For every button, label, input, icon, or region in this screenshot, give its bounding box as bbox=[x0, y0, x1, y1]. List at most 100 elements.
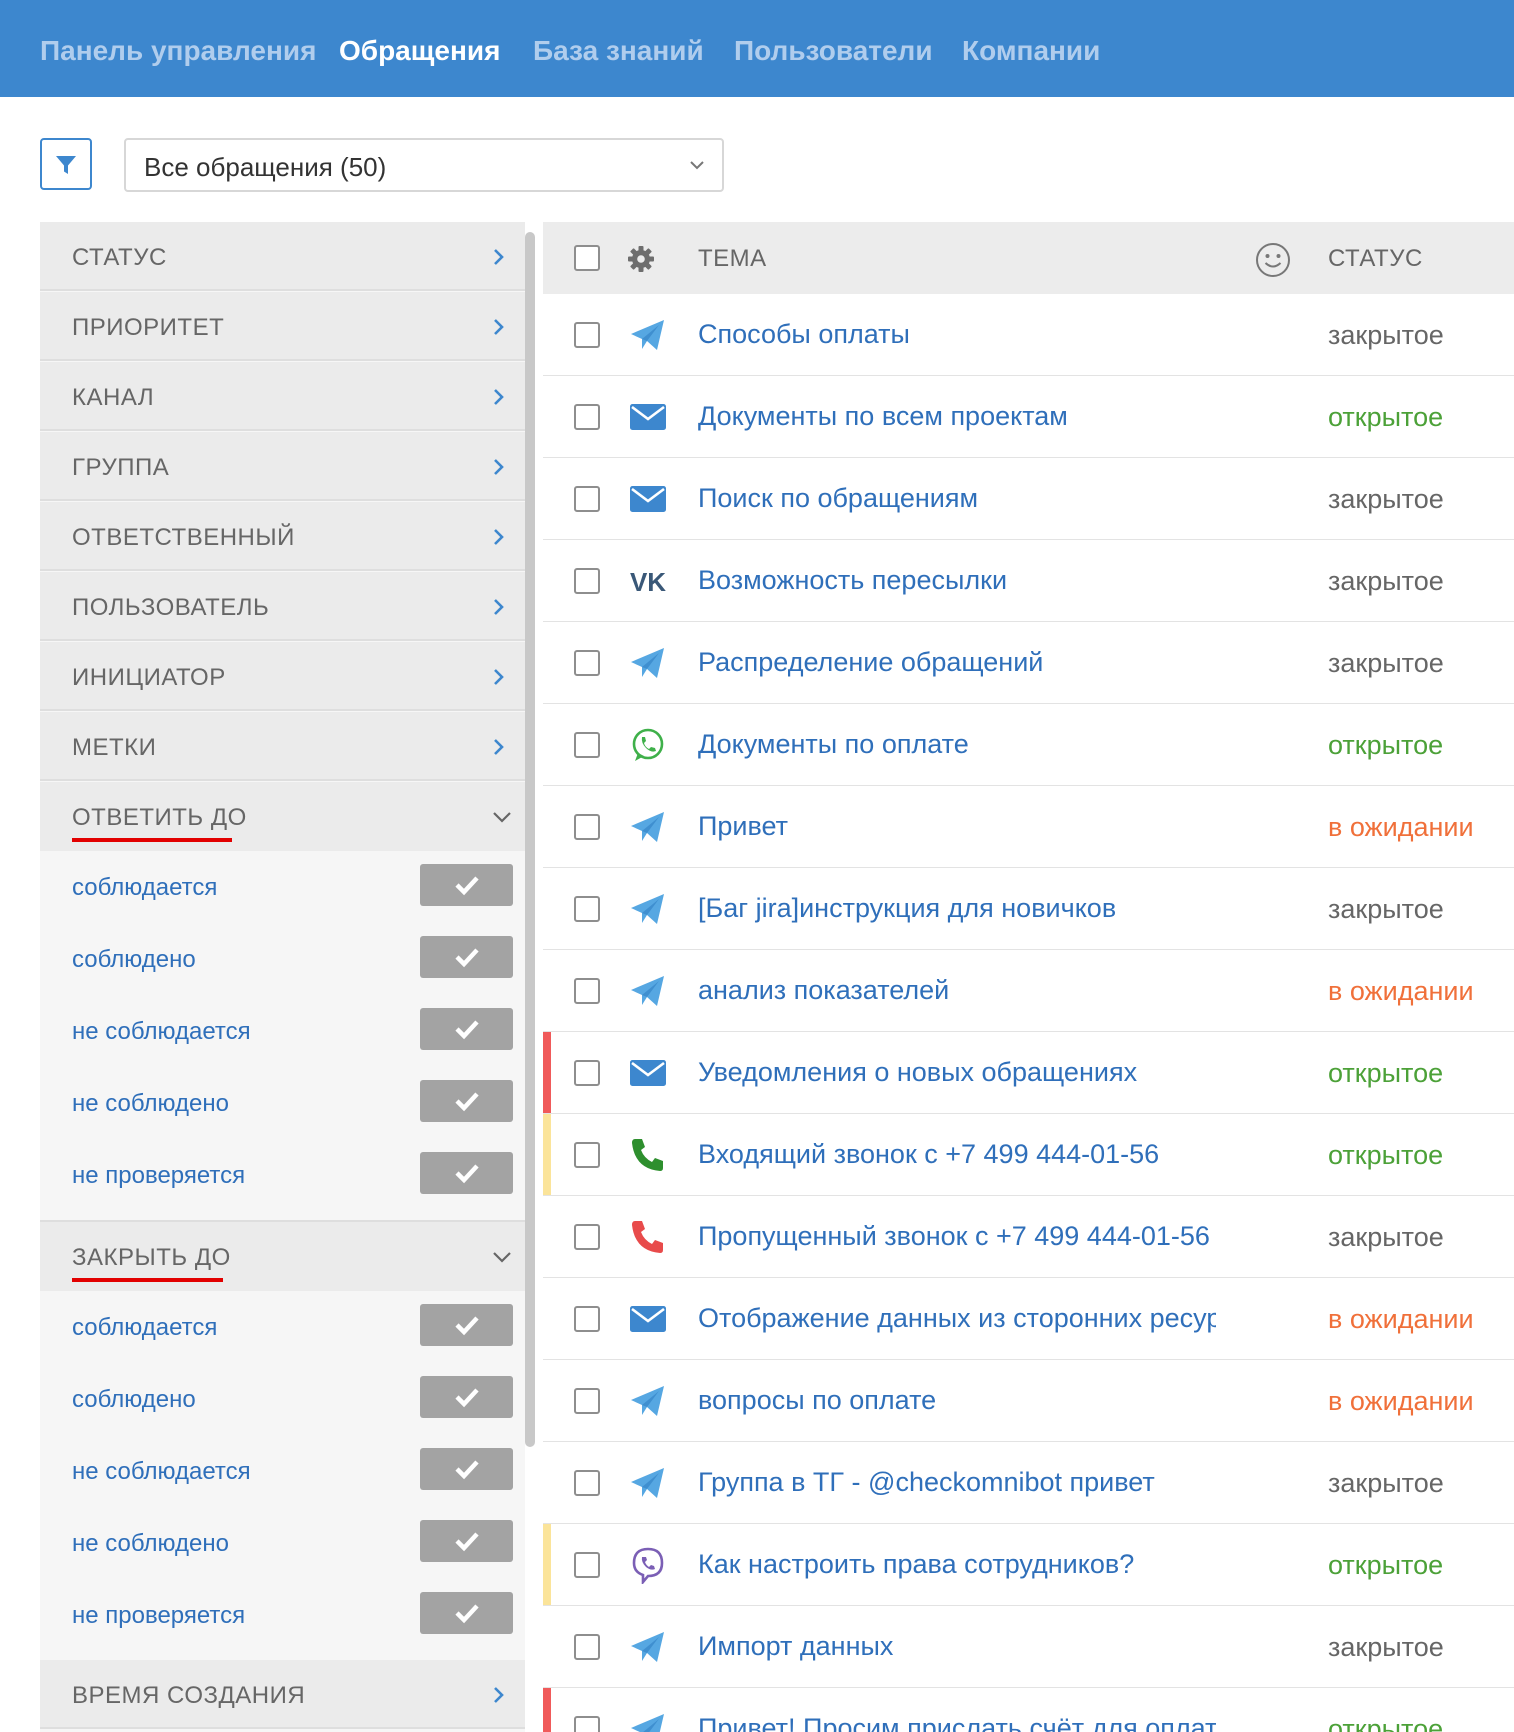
column-header-subject[interactable]: ТЕМА bbox=[698, 246, 767, 272]
filter-group-user[interactable]: ПОЛЬЗОВАТЕЛЬ bbox=[40, 572, 525, 641]
gear-icon[interactable] bbox=[626, 244, 656, 274]
row-checkbox[interactable] bbox=[574, 568, 600, 594]
ticket-subject-link[interactable]: Пропущенный звонок с +7 499 444-01-56 bbox=[698, 1220, 1216, 1252]
filter-group-initiator[interactable]: ИНИЦИАТОР bbox=[40, 642, 525, 711]
filter-group-tags[interactable]: МЕТКИ bbox=[40, 712, 525, 781]
row-checkbox[interactable] bbox=[574, 732, 600, 758]
view-select[interactable]: Все обращения (50) bbox=[124, 138, 724, 192]
filter-option-toggle[interactable] bbox=[420, 1520, 513, 1562]
table-row[interactable]: Импорт данных закрытое bbox=[543, 1606, 1514, 1688]
ticket-subject-link[interactable]: Импорт данных bbox=[698, 1630, 1216, 1662]
filter-option-toggle[interactable] bbox=[420, 1448, 513, 1490]
row-checkbox[interactable] bbox=[574, 650, 600, 676]
ticket-subject-link[interactable]: Привет! Просим прислать счёт для оплаты bbox=[698, 1712, 1216, 1732]
table-row[interactable]: Документы по оплате открытое bbox=[543, 704, 1514, 786]
table-row[interactable]: Группа в ТГ - @checkomnibot привет закрыт… bbox=[543, 1442, 1514, 1524]
reply-by-option[interactable]: не проверяется bbox=[40, 1140, 525, 1212]
table-row[interactable]: Способы оплаты закрытое bbox=[543, 294, 1514, 376]
ticket-subject-link[interactable]: вопросы по оплате bbox=[698, 1384, 1216, 1416]
reply-by-option[interactable]: не соблюдается bbox=[40, 996, 525, 1068]
table-row[interactable]: вопросы по оплате в ожидании bbox=[543, 1360, 1514, 1442]
nav-dashboard[interactable]: Панель управления bbox=[40, 34, 316, 68]
table-row[interactable]: Документы по всем проектам открытое bbox=[543, 376, 1514, 458]
table-row[interactable]: VK Возможность пересылки закрытое bbox=[543, 540, 1514, 622]
ticket-subject-link[interactable]: Как настроить права сотрудников? bbox=[698, 1548, 1216, 1580]
close-by-option[interactable]: соблюдается bbox=[40, 1292, 525, 1364]
ticket-subject-link[interactable]: Поиск по обращениям bbox=[698, 482, 1216, 514]
row-checkbox[interactable] bbox=[574, 1716, 600, 1732]
filter-toggle-button[interactable] bbox=[40, 138, 92, 190]
table-row[interactable]: Поиск по обращениям закрытое bbox=[543, 458, 1514, 540]
row-checkbox[interactable] bbox=[574, 1388, 600, 1414]
ticket-status: открытое bbox=[1328, 1058, 1444, 1088]
ticket-subject-link[interactable]: Отображение данных из сторонних ресурсов bbox=[698, 1302, 1216, 1334]
reply-by-option[interactable]: не соблюдено bbox=[40, 1068, 525, 1140]
table-row[interactable]: [Баг jira]инструкция для новичков закрыто… bbox=[543, 868, 1514, 950]
ticket-subject-link[interactable]: Способы оплаты bbox=[698, 318, 1216, 350]
filter-option-toggle[interactable] bbox=[420, 1376, 513, 1418]
column-header-status[interactable]: СТАТУС bbox=[1328, 246, 1423, 272]
viber-icon bbox=[632, 1547, 664, 1584]
row-checkbox[interactable] bbox=[574, 896, 600, 922]
filter-group-reply-by[interactable]: ОТВЕТИТЬ ДО bbox=[40, 782, 525, 851]
row-checkbox[interactable] bbox=[574, 486, 600, 512]
table-row[interactable]: Распределение обращений закрытое bbox=[543, 622, 1514, 704]
ticket-subject-link[interactable]: Входящий звонок с +7 499 444-01-56 bbox=[698, 1138, 1216, 1170]
ticket-subject-link[interactable]: Возможность пересылки bbox=[698, 564, 1216, 596]
row-checkbox[interactable] bbox=[574, 1634, 600, 1660]
table-row[interactable]: Привет в ожидании bbox=[543, 786, 1514, 868]
row-checkbox[interactable] bbox=[574, 1224, 600, 1250]
row-checkbox[interactable] bbox=[574, 814, 600, 840]
table-row[interactable]: Входящий звонок с +7 499 444-01-56 открыт… bbox=[543, 1114, 1514, 1196]
ticket-subject-link[interactable]: Документы по оплате bbox=[698, 728, 1216, 760]
nav-knowledge-base[interactable]: База знаний bbox=[533, 34, 704, 68]
reply-by-option[interactable]: соблюдено bbox=[40, 924, 525, 996]
select-all-checkbox[interactable] bbox=[574, 245, 600, 271]
table-row[interactable]: Пропущенный звонок с +7 499 444-01-56 зак… bbox=[543, 1196, 1514, 1278]
ticket-subject-link[interactable]: Документы по всем проектам bbox=[698, 400, 1216, 432]
filter-option-toggle[interactable] bbox=[420, 1080, 513, 1122]
table-row[interactable]: анализ показателей в ожидании bbox=[543, 950, 1514, 1032]
filter-option-toggle[interactable] bbox=[420, 1592, 513, 1634]
table-row[interactable]: Уведомления о новых обращениях открытое bbox=[543, 1032, 1514, 1114]
filter-group-group[interactable]: ГРУППА bbox=[40, 432, 525, 501]
row-checkbox[interactable] bbox=[574, 1552, 600, 1578]
filter-group-created-time[interactable]: ВРЕМЯ СОЗДАНИЯ bbox=[40, 1660, 525, 1729]
row-checkbox[interactable] bbox=[574, 1142, 600, 1168]
filter-group-status[interactable]: СТАТУС bbox=[40, 222, 525, 291]
telegram-icon bbox=[631, 976, 664, 1006]
filter-group-channel[interactable]: КАНАЛ bbox=[40, 362, 525, 431]
filter-option-toggle[interactable] bbox=[420, 1008, 513, 1050]
row-checkbox[interactable] bbox=[574, 1470, 600, 1496]
row-checkbox[interactable] bbox=[574, 978, 600, 1004]
filter-option-toggle[interactable] bbox=[420, 1304, 513, 1346]
nav-tickets[interactable]: Обращения bbox=[339, 34, 500, 68]
table-row[interactable]: Отображение данных из сторонних ресурсов… bbox=[543, 1278, 1514, 1360]
sidebar-scrollbar[interactable] bbox=[525, 232, 535, 1447]
close-by-option[interactable]: не соблюдается bbox=[40, 1436, 525, 1508]
nav-users[interactable]: Пользователи bbox=[734, 34, 933, 68]
table-row[interactable]: Привет! Просим прислать счёт для оплаты о… bbox=[543, 1688, 1514, 1732]
close-by-option[interactable]: не соблюдено bbox=[40, 1508, 525, 1580]
close-by-option[interactable]: соблюдено bbox=[40, 1364, 525, 1436]
reply-by-option[interactable]: соблюдается bbox=[40, 852, 525, 924]
row-checkbox[interactable] bbox=[574, 322, 600, 348]
close-by-option[interactable]: не проверяется bbox=[40, 1580, 525, 1652]
ticket-subject-link[interactable]: Привет bbox=[698, 810, 1216, 842]
nav-companies[interactable]: Компании bbox=[962, 34, 1100, 68]
filter-group-assignee[interactable]: ОТВЕТСТВЕННЫЙ bbox=[40, 502, 525, 571]
filter-group-priority[interactable]: ПРИОРИТЕТ bbox=[40, 292, 525, 361]
filter-option-toggle[interactable] bbox=[420, 864, 513, 906]
filter-option-toggle[interactable] bbox=[420, 1152, 513, 1194]
ticket-subject-link[interactable]: Группа в ТГ - @checkomnibot привет bbox=[698, 1466, 1216, 1498]
row-checkbox[interactable] bbox=[574, 1060, 600, 1086]
ticket-subject-link[interactable]: анализ показателей bbox=[698, 974, 1216, 1006]
ticket-subject-link[interactable]: [Баг jira]инструкция для новичков bbox=[698, 892, 1216, 924]
row-checkbox[interactable] bbox=[574, 1306, 600, 1332]
row-checkbox[interactable] bbox=[574, 404, 600, 430]
filter-group-close-by[interactable]: ЗАКРЫТЬ ДО bbox=[40, 1222, 525, 1291]
ticket-subject-link[interactable]: Уведомления о новых обращениях bbox=[698, 1056, 1216, 1088]
table-row[interactable]: Как настроить права сотрудников? открытое bbox=[543, 1524, 1514, 1606]
ticket-subject-link[interactable]: Распределение обращений bbox=[698, 646, 1216, 678]
filter-option-toggle[interactable] bbox=[420, 936, 513, 978]
